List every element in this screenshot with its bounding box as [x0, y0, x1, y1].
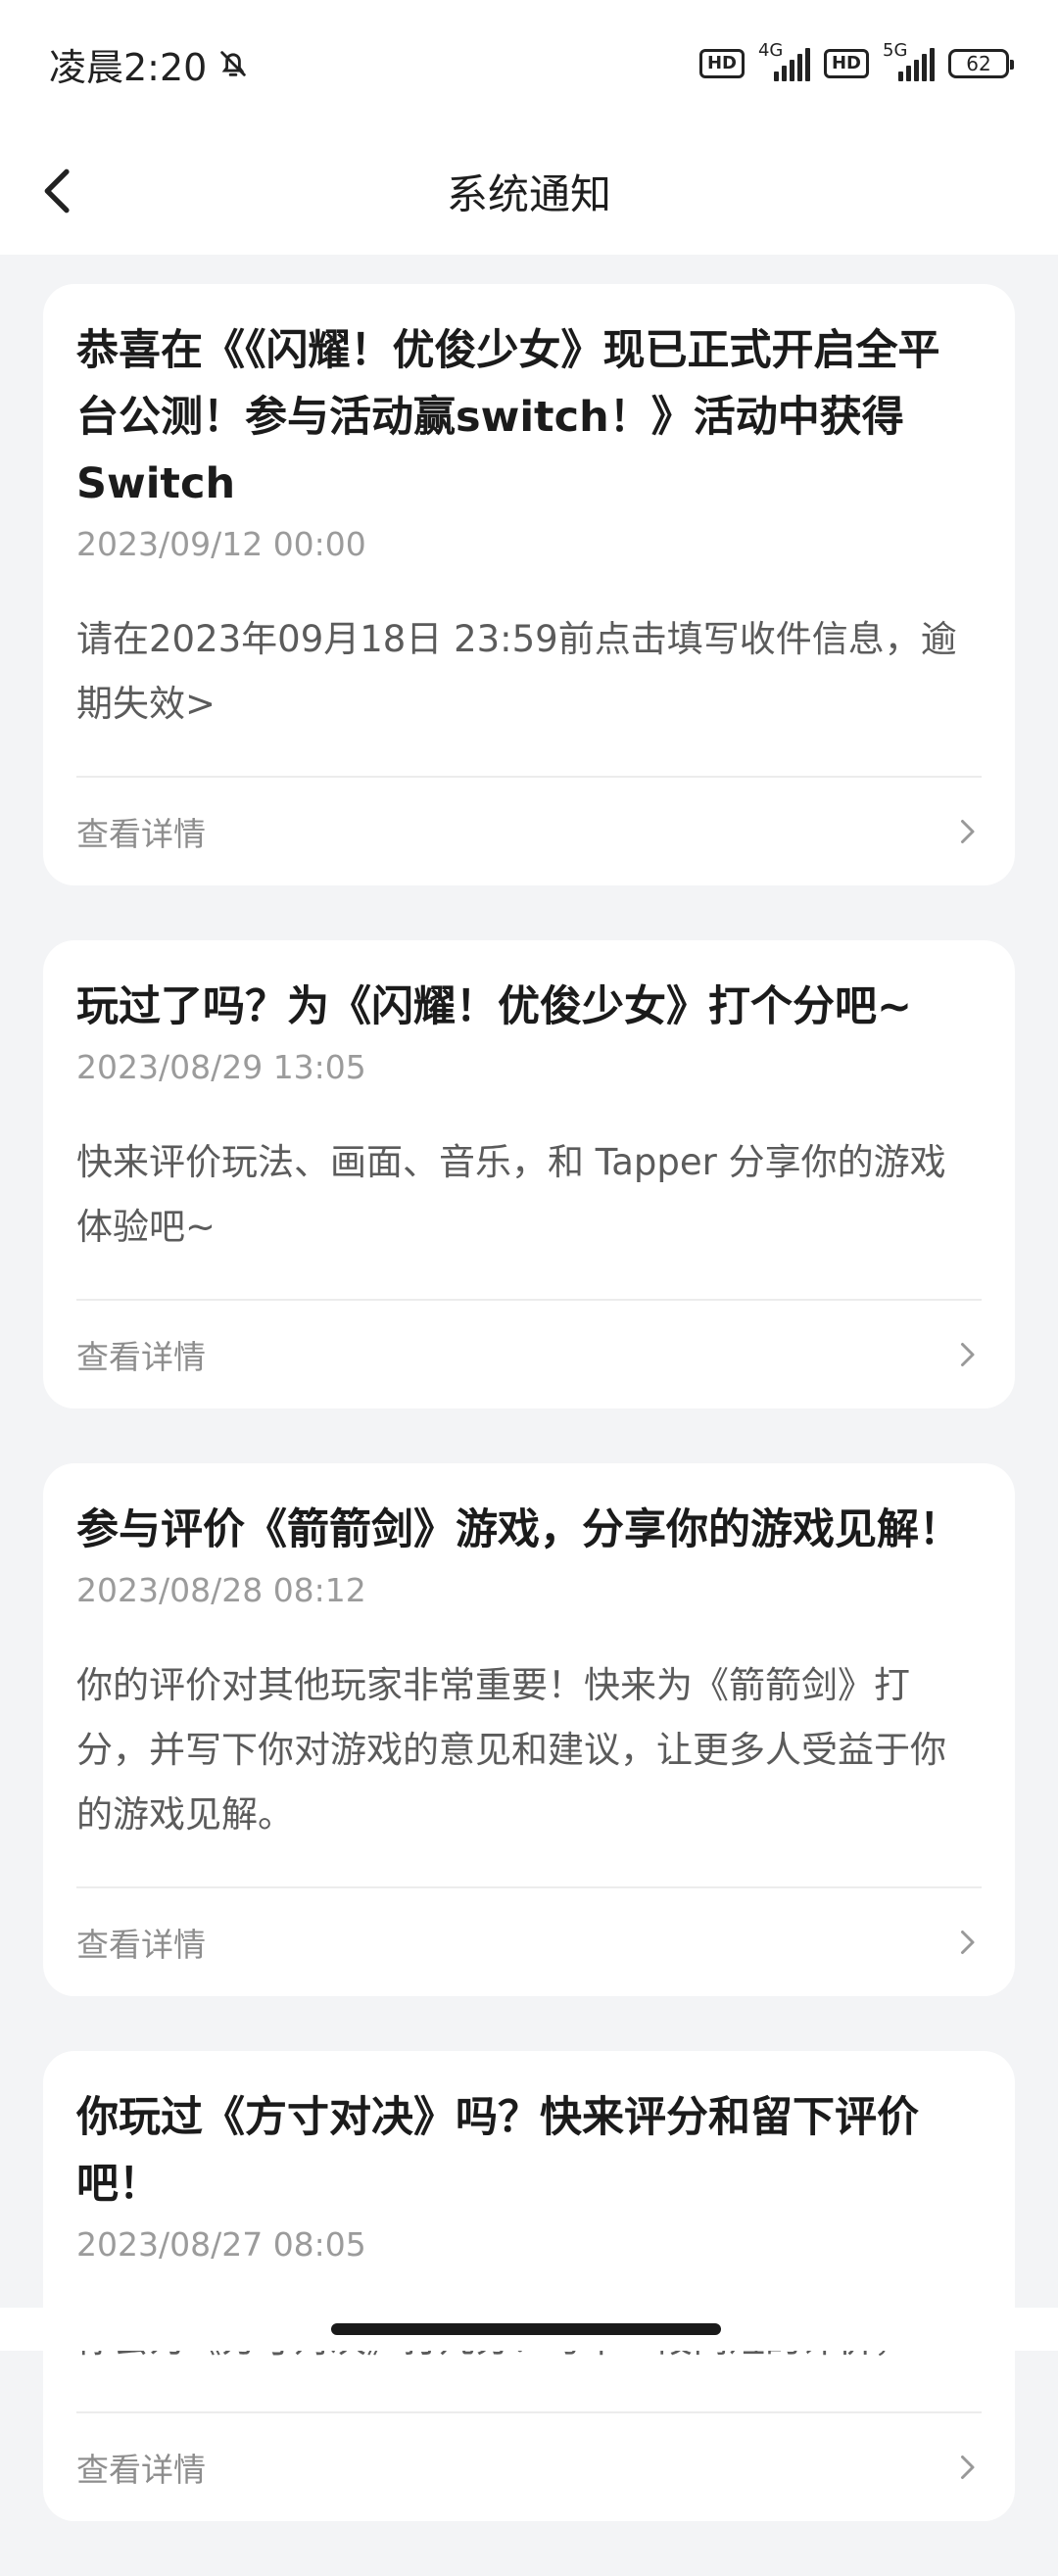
- view-details-label: 查看详情: [76, 2451, 206, 2489]
- view-details-label: 查看详情: [76, 1926, 206, 1964]
- chevron-right-icon: [961, 2456, 975, 2479]
- bell-off-icon: [220, 51, 247, 76]
- notification-card[interactable]: 玩过了吗？为《闪耀！优俊少女》打个分吧~ 2023/08/29 13:05 快来…: [43, 940, 1015, 1408]
- home-indicator[interactable]: [331, 2323, 721, 2335]
- chevron-left-icon: [44, 168, 70, 214]
- view-details-row[interactable]: 查看详情: [76, 778, 982, 885]
- notification-body[interactable]: 请在2023年09月18日 23:59前点击填写收件信息，逾期失效>: [76, 607, 982, 778]
- signal-4g-icon: 4G: [758, 40, 810, 81]
- net-label-4g: 4G: [757, 40, 784, 61]
- notification-time: 2023/09/12 00:00: [76, 525, 366, 563]
- notification-time: 2023/08/28 08:12: [76, 1571, 366, 1609]
- view-details-label: 查看详情: [76, 815, 206, 853]
- notification-time: 2023/08/27 08:05: [76, 2225, 366, 2264]
- notification-time: 2023/08/29 13:05: [76, 1048, 366, 1086]
- chevron-right-icon: [961, 1343, 975, 1366]
- notification-body: 你的评价对其他玩家非常重要！快来为《箭箭剑》打分，并写下你对游戏的意见和建议，让…: [76, 1653, 982, 1888]
- back-button[interactable]: [33, 167, 82, 215]
- notification-card[interactable]: 恭喜在《《闪耀！优俊少女》现已正式开启全平台公测！参与活动赢switch！》活动…: [43, 284, 1015, 885]
- view-details-row[interactable]: 查看详情: [76, 1301, 982, 1408]
- page-title: 系统通知: [446, 169, 611, 218]
- notification-title: 你玩过《方寸对决》吗？快来评分和留下评价吧！: [76, 2093, 919, 2209]
- chevron-right-icon: [961, 1931, 975, 1954]
- notification-title: 玩过了吗？为《闪耀！优俊少女》打个分吧~: [76, 982, 913, 1031]
- hd-badge-2: HD: [823, 49, 869, 78]
- hd-badge-1: HD: [698, 49, 745, 78]
- view-details-row[interactable]: 查看详情: [76, 1888, 982, 1996]
- notification-list: 恭喜在《《闪耀！优俊少女》现已正式开启全平台公测！参与活动赢switch！》活动…: [43, 284, 1015, 2576]
- notification-title: 参与评价《箭箭剑》游戏，分享你的游戏见解！: [76, 1505, 961, 1554]
- battery-level: 62: [966, 52, 991, 75]
- chevron-right-icon: [961, 820, 975, 843]
- notification-title: 恭喜在《《闪耀！优俊少女》现已正式开启全平台公测！参与活动赢switch！》活动…: [76, 326, 940, 508]
- notification-body: 快来评价玩法、画面、音乐，和 Tapper 分享你的游戏体验吧~: [76, 1130, 982, 1301]
- notification-card[interactable]: 你玩过《方寸对决》吗？快来评分和留下评价吧！ 2023/08/27 08:05 …: [43, 2051, 1015, 2521]
- nav-bar: 系统通知: [0, 127, 1058, 255]
- status-icons: HD 4G HD 5G 62: [698, 40, 1014, 81]
- notification-card[interactable]: 参与评价《箭箭剑》游戏，分享你的游戏见解！ 2023/08/28 08:12 你…: [43, 1463, 1015, 1996]
- battery-icon: 62: [948, 49, 1014, 78]
- status-bar: 凌晨2:20 HD 4G HD 5G 62: [0, 0, 1058, 127]
- status-time-group: 凌晨2:20: [49, 37, 250, 91]
- signal-5g-icon: 5G: [883, 40, 935, 81]
- view-details-row[interactable]: 查看详情: [76, 2413, 982, 2521]
- net-label-5g: 5G: [883, 40, 908, 61]
- status-time: 凌晨2:20: [49, 45, 208, 89]
- view-details-label: 查看详情: [76, 1338, 206, 1376]
